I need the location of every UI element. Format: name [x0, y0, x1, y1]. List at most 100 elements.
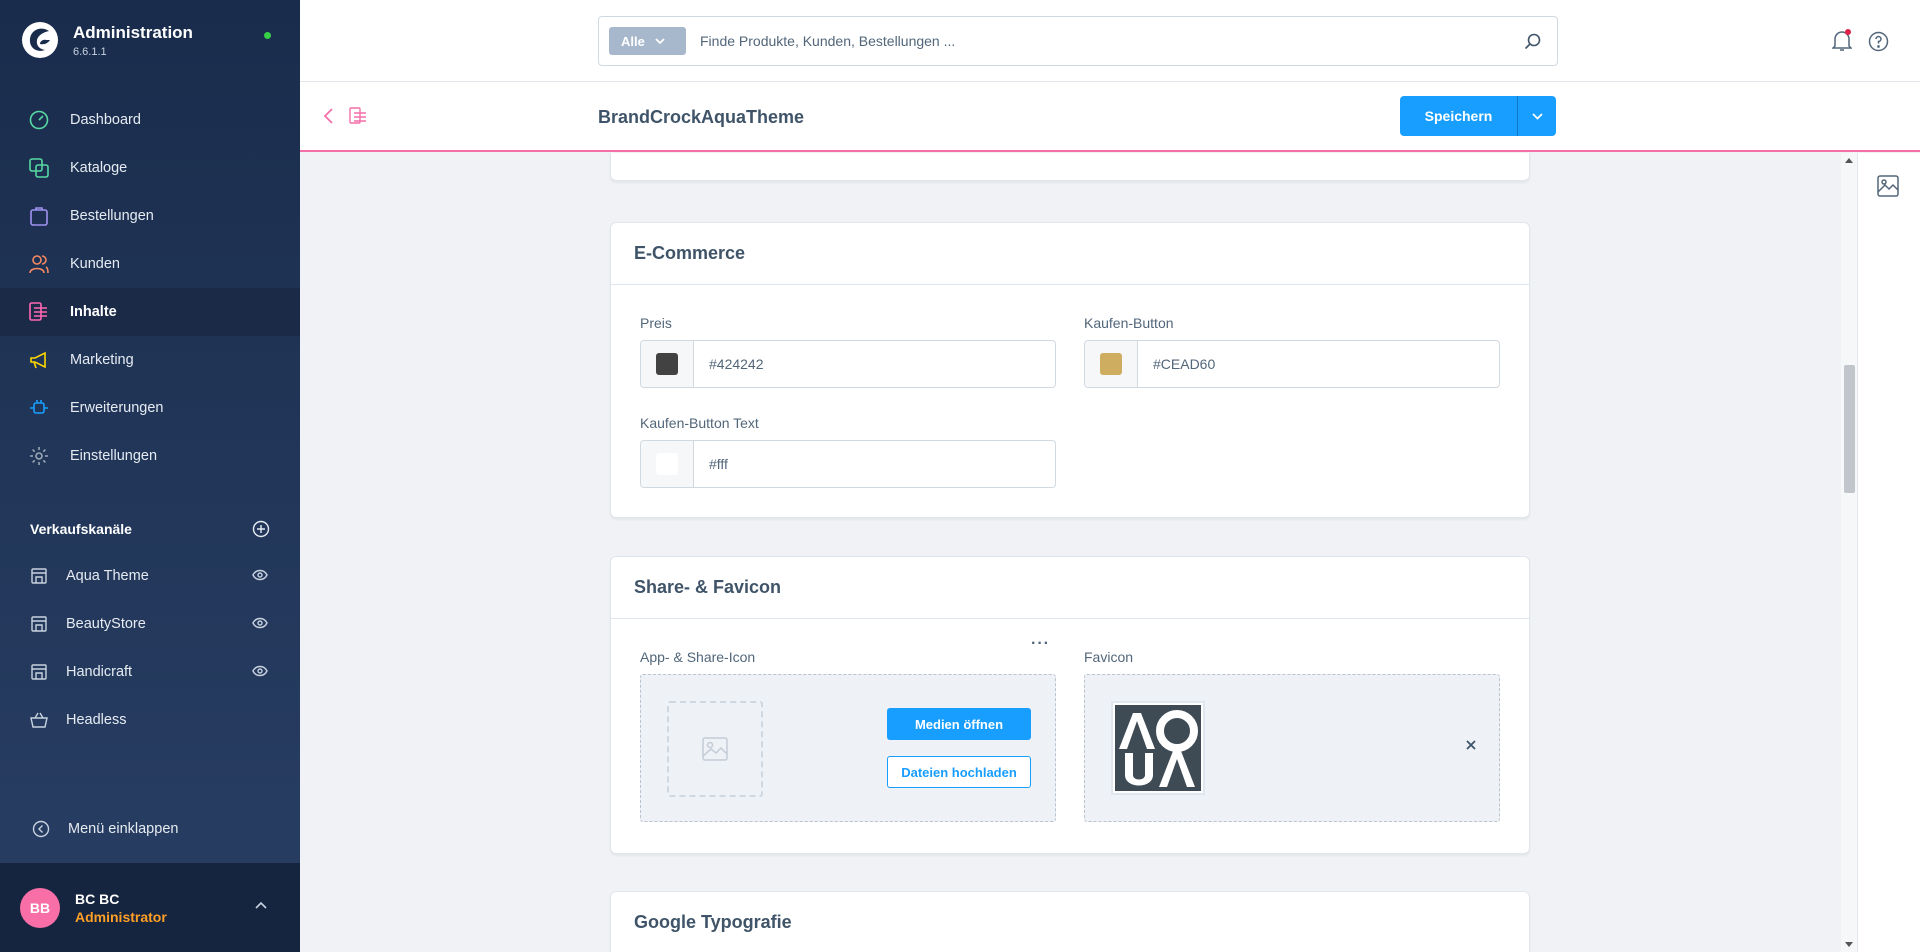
nav-item-marketing[interactable]: Marketing: [0, 336, 300, 384]
content-scrollbar[interactable]: [1841, 153, 1857, 952]
status-indicator: [264, 32, 271, 39]
sales-channel-item[interactable]: BeautyStore: [0, 600, 300, 648]
card-title: Share- & Favicon: [611, 557, 1529, 619]
chevron-left-icon[interactable]: [322, 107, 334, 125]
chevron-down-icon: [1531, 112, 1543, 120]
ecommerce-card: E-Commerce Preis #424242 Kaufen-Button #…: [610, 222, 1530, 518]
media-image-icon[interactable]: [1877, 175, 1899, 197]
nav-item-extensions[interactable]: Erweiterungen: [0, 384, 300, 432]
color-value: #CEAD60: [1153, 356, 1216, 372]
sales-channel-item[interactable]: Headless: [0, 696, 300, 744]
color-swatch-button[interactable]: [641, 341, 694, 387]
nav-label: Marketing: [70, 352, 134, 368]
app-title: Administration: [73, 22, 193, 42]
nav-label: Kataloge: [70, 160, 128, 176]
nav-item-content[interactable]: Inhalte: [0, 288, 300, 336]
save-options-button[interactable]: [1517, 96, 1556, 136]
previous-card: [610, 153, 1530, 181]
color-swatch-button[interactable]: [1085, 341, 1138, 387]
color-swatch: [656, 353, 678, 375]
save-button[interactable]: Speichern: [1400, 96, 1517, 136]
eye-icon[interactable]: [252, 665, 268, 677]
chevron-up-icon[interactable]: [255, 901, 267, 909]
user-name: BC BC: [75, 890, 120, 907]
upload-dropzone[interactable]: [1084, 674, 1500, 822]
help-icon[interactable]: [1868, 31, 1889, 52]
field-label: App- & Share-Icon: [640, 649, 756, 665]
scrollbar-thumb[interactable]: [1844, 365, 1855, 493]
global-search: Alle: [598, 16, 1558, 66]
nav-label: Bestellungen: [70, 208, 154, 224]
sidebar: Administration 6.6.1.1 Dashboard Katalog…: [0, 0, 300, 952]
sales-channel-item[interactable]: Handicraft: [0, 648, 300, 696]
save-button-group: Speichern: [1400, 96, 1556, 136]
nav-label: Dashboard: [70, 112, 141, 128]
add-sales-channel-icon[interactable]: [252, 520, 270, 538]
nav-item-catalog[interactable]: Kataloge: [0, 144, 300, 192]
settings-icon: [28, 445, 50, 467]
nav-label: Kunden: [70, 256, 120, 272]
color-value: #fff: [709, 456, 728, 472]
nav-item-dashboard[interactable]: Dashboard: [0, 96, 300, 144]
image-placeholder: [667, 701, 763, 797]
google-typography-card: Google Typografie: [610, 891, 1530, 952]
sales-channel-label: Headless: [66, 712, 127, 728]
upload-files-button[interactable]: Dateien hochladen: [887, 756, 1031, 788]
collapse-menu-button[interactable]: Menü einklappen: [32, 820, 178, 838]
nav-item-customers[interactable]: Kunden: [0, 240, 300, 288]
more-options-icon[interactable]: ···: [1031, 635, 1050, 653]
color-picker-input[interactable]: #fff: [640, 440, 1056, 488]
nav-item-settings[interactable]: Einstellungen: [0, 432, 300, 480]
sales-channel-label: BeautyStore: [66, 616, 146, 632]
buy-button-color-field: Kaufen-Button #CEAD60: [1084, 315, 1500, 388]
card-title: E-Commerce: [611, 223, 1529, 285]
buy-button-text-color-field: Kaufen-Button Text #fff: [640, 415, 1056, 488]
price-color-field: Preis #424242: [640, 315, 1056, 388]
extensions-icon: [28, 397, 50, 419]
card-title: Google Typografie: [611, 892, 1529, 952]
app-share-icon-upload: App- & Share-Icon ··· Medien öffnen Date…: [640, 635, 1056, 822]
content-icon: [28, 301, 50, 323]
color-picker-input[interactable]: #CEAD60: [1084, 340, 1500, 388]
chevron-left-circle-icon: [32, 820, 50, 838]
favicon-upload: Favicon: [1084, 649, 1500, 822]
search-input[interactable]: [700, 33, 1500, 49]
nav-label: Einstellungen: [70, 448, 158, 464]
avatar: BB: [20, 887, 60, 928]
color-swatch: [1100, 353, 1122, 375]
close-icon[interactable]: [1465, 739, 1477, 751]
nav-item-orders[interactable]: Bestellungen: [0, 192, 300, 240]
scroll-down-icon[interactable]: [1845, 942, 1853, 947]
content-list-icon[interactable]: [349, 107, 367, 125]
field-label: Kaufen-Button Text: [640, 415, 759, 431]
storefront-icon: [31, 616, 47, 632]
favicon-preview[interactable]: [1111, 701, 1205, 795]
open-media-button[interactable]: Medien öffnen: [887, 708, 1031, 740]
eye-icon[interactable]: [252, 569, 268, 581]
upload-dropzone[interactable]: Medien öffnen Dateien hochladen: [640, 674, 1056, 822]
color-swatch: [656, 453, 678, 475]
dashboard-icon: [28, 109, 50, 131]
main-nav: Dashboard Kataloge Bestellungen Kunden I…: [0, 96, 300, 480]
storefront-icon: [31, 664, 47, 680]
nav-label: Erweiterungen: [70, 400, 164, 416]
top-bar: Alle: [300, 0, 1920, 82]
scroll-up-icon[interactable]: [1845, 158, 1853, 163]
nav-label: Inhalte: [70, 304, 117, 320]
color-swatch-button[interactable]: [641, 441, 694, 487]
field-label: Favicon: [1084, 649, 1134, 665]
brand[interactable]: Administration 6.6.1.1: [22, 22, 193, 58]
eye-icon[interactable]: [252, 617, 268, 629]
search-type-select[interactable]: Alle: [609, 27, 686, 55]
sidebar-panel: [1857, 153, 1920, 952]
sales-channel-label: Aqua Theme: [66, 568, 149, 584]
search-icon[interactable]: [1524, 33, 1541, 50]
search-type-label: Alle: [621, 33, 645, 49]
color-picker-input[interactable]: #424242: [640, 340, 1056, 388]
sales-channel-item[interactable]: Aqua Theme: [0, 552, 300, 600]
user-menu[interactable]: BB BC BC Administrator: [0, 863, 300, 952]
aqua-logo-icon: [1115, 705, 1201, 791]
content-area: E-Commerce Preis #424242 Kaufen-Button #…: [300, 153, 1844, 952]
collapse-menu-label: Menü einklappen: [68, 821, 179, 837]
aqua-logo-image: [1115, 705, 1201, 791]
